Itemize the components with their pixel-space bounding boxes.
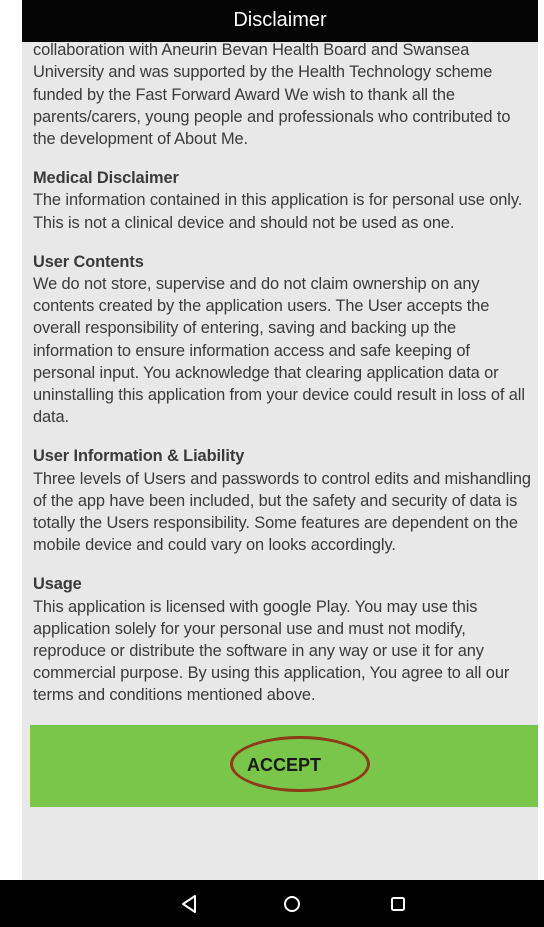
title-bar: Disclaimer	[22, 0, 538, 42]
home-button[interactable]	[270, 888, 314, 920]
recents-button[interactable]	[376, 888, 420, 920]
page-title: Disclaimer	[233, 9, 327, 31]
disclaimer-scroll-area[interactable]: property right belonging to Symconnect L…	[22, 42, 538, 722]
accept-button[interactable]: ACCEPT	[30, 725, 538, 807]
back-button[interactable]	[168, 888, 212, 920]
accept-label: ACCEPT	[246, 755, 321, 775]
disclaimer-text: property right belonging to Symconnect L…	[33, 42, 533, 707]
disclaimer-screen: Disclaimer property right belonging to S…	[0, 0, 544, 927]
section-body: This application is licensed with google…	[33, 597, 510, 705]
back-triangle-icon	[182, 895, 196, 913]
section-heading: User Information & Liability	[33, 447, 245, 466]
section-heading: User Contents	[33, 252, 144, 271]
section-heading: Medical Disclaimer	[33, 169, 179, 188]
left-edge	[0, 0, 22, 880]
section-body: We do not store, supervise and do not cl…	[33, 275, 525, 427]
intro-paragraph: property right belonging to Symconnect L…	[33, 42, 511, 149]
system-navigation-bar	[0, 880, 544, 927]
recents-square-icon	[391, 897, 405, 911]
section-user-contents: User Contents We do not store, supervise…	[33, 251, 533, 429]
section-heading: Usage	[33, 575, 82, 594]
home-circle-icon	[284, 896, 300, 912]
section-user-information-liability: User Information & Liability Three level…	[33, 445, 533, 556]
right-edge	[538, 0, 544, 880]
section-body: The information contained in this applic…	[33, 191, 523, 232]
section-body: Three levels of Users and passwords to c…	[33, 469, 531, 555]
section-medical-disclaimer: Medical Disclaimer The information conta…	[33, 167, 533, 234]
section-usage: Usage This application is licensed with …	[33, 573, 533, 706]
accept-bar: ACCEPT	[22, 722, 538, 870]
